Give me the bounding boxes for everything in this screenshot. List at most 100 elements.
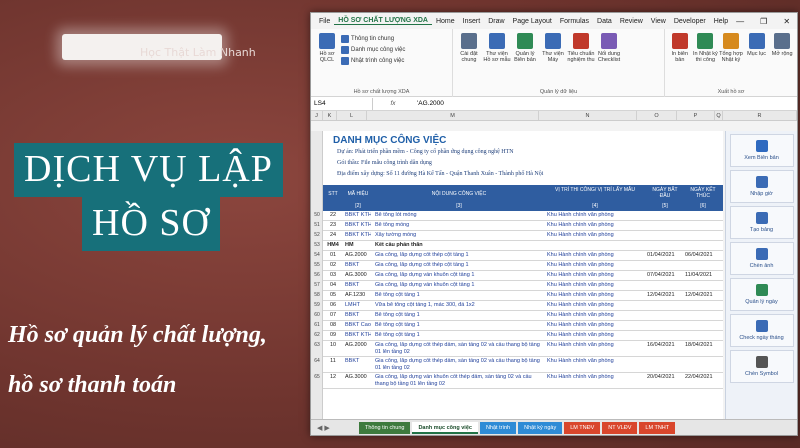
cell-desc[interactable]: Bê tông móng	[375, 222, 543, 229]
sidebar-button-1[interactable]: Nhập giờ	[729, 170, 794, 203]
cell-stt[interactable]: 05	[325, 292, 341, 298]
menu-item-3[interactable]: Insert	[459, 18, 485, 25]
cell-loc[interactable]: Khu Hành chính văn phòng	[547, 252, 643, 258]
cell-desc[interactable]: Gia công, lắp dựng cốt thép cột tầng 1	[375, 262, 543, 269]
cell-desc[interactable]: Xây tường móng	[375, 232, 543, 239]
tab-nav-arrows-icon[interactable]: ◀ ▶	[317, 424, 330, 432]
ribbon-button-2[interactable]: Quản lý Biên bản	[511, 33, 539, 63]
table-row[interactable]: 02 BBKT Gia công, lắp dựng cốt thép cột tầ…	[323, 261, 723, 271]
ribbon-button-5[interactable]: Nối dung Checklist	[595, 33, 623, 63]
cell-loc[interactable]: Khu Hành chính văn phòng	[547, 272, 643, 278]
table-row[interactable]: 08 BBKT Caodo Bê tông cột tầng 1 Khu Hành c…	[323, 321, 723, 331]
menu-item-9[interactable]: View	[647, 18, 670, 25]
cell-desc[interactable]: Bê tông cột tầng 1	[375, 292, 543, 299]
table-row[interactable]: 23 BBKT KTHH Bê tông móng Khu Hành chính vă…	[323, 221, 723, 231]
cell-d1[interactable]: 20/04/2021	[647, 374, 683, 380]
cell-loc[interactable]: Khu Hành chính văn phòng	[547, 282, 643, 288]
row-number[interactable]: 57	[311, 282, 323, 288]
column-header-L[interactable]: L	[337, 111, 367, 120]
cell-stt[interactable]: 01	[325, 252, 341, 258]
fx-icon[interactable]: fx	[373, 100, 413, 107]
cell-stt[interactable]: 24	[325, 232, 341, 238]
ribbon-button-7[interactable]: In Nhật ký thi công	[693, 33, 719, 63]
cell-stt[interactable]: 08	[325, 322, 341, 328]
row-number[interactable]: 54	[311, 252, 323, 258]
cell-loc[interactable]: Khu Hành chính văn phòng	[547, 374, 643, 380]
row-number[interactable]: 64	[311, 358, 323, 364]
cell-loc[interactable]: Khu Hành chính văn phòng	[547, 322, 643, 328]
cell-d1[interactable]: 01/04/2021	[647, 252, 683, 258]
cell-code[interactable]: BBKT KTHH	[345, 332, 371, 338]
menu-item-8[interactable]: Review	[616, 18, 647, 25]
row-number[interactable]: 63	[311, 342, 323, 348]
cell-code[interactable]: BBKT Caodo	[345, 322, 371, 328]
cell-code[interactable]: LMHT	[345, 302, 371, 308]
menu-item-6[interactable]: Formulas	[556, 18, 593, 25]
worksheet-grid[interactable]: 50 51 52 53 54 55 56 57 58 59 60 61 62 63 64 65 DANH MỤ…	[311, 131, 723, 421]
sheet-tab-1[interactable]: Danh mục công việc	[412, 421, 478, 434]
cell-d1[interactable]: 16/04/2021	[647, 342, 683, 348]
column-header-N[interactable]: N	[539, 111, 637, 120]
formula-input[interactable]: 'AG.2000	[413, 100, 444, 107]
row-number[interactable]: 58	[311, 292, 323, 298]
row-number[interactable]: 61	[311, 322, 323, 328]
sheet-tab-6[interactable]: LM TNHT	[639, 421, 676, 434]
row-number[interactable]: 62	[311, 332, 323, 338]
cell-code[interactable]: AG.2000	[345, 342, 371, 348]
cell-stt[interactable]: 07	[325, 312, 341, 318]
cell-loc[interactable]: Khu Hành chính văn phòng	[547, 332, 643, 338]
cell-code[interactable]: AG.2000	[345, 252, 371, 258]
hoso-qlcl-button[interactable]: Hồ sơ QLCL	[313, 33, 341, 63]
row-number[interactable]: 52	[311, 232, 323, 238]
menu-item-2[interactable]: Home	[432, 18, 459, 25]
row-number[interactable]: 59	[311, 302, 323, 308]
column-header-O[interactable]: O	[637, 111, 677, 120]
cell-d2[interactable]: 12/04/2021	[685, 292, 721, 298]
row-number[interactable]: 56	[311, 272, 323, 278]
cell-desc[interactable]: Gia công, lắp dựng cốt thép dầm, sàn tần…	[375, 342, 543, 355]
ribbon-button-10[interactable]: Mở rộng	[769, 33, 795, 57]
sheet-tab-4[interactable]: LM TNĐV	[564, 421, 601, 434]
cell-desc[interactable]: Kết cấu phần thân	[375, 242, 543, 249]
cell-loc[interactable]: Khu Hành chính văn phòng	[547, 212, 643, 218]
name-box[interactable]: LS4	[311, 97, 373, 110]
sidebar-button-6[interactable]: Chèn Symbol	[729, 350, 794, 383]
cell-d2[interactable]: 22/04/2021	[685, 374, 721, 380]
row-number[interactable]: 50	[311, 212, 323, 218]
cell-stt[interactable]: 09	[325, 332, 341, 338]
column-header-J[interactable]: J	[311, 111, 323, 120]
ribbon-button-6[interactable]: In biên bản	[667, 33, 693, 63]
menu-item-0[interactable]: File	[315, 18, 334, 25]
column-header-P[interactable]: P	[677, 111, 715, 120]
column-header-R[interactable]: R	[723, 111, 797, 120]
minimize-icon[interactable]: —	[732, 17, 748, 26]
cell-d2[interactable]: 18/04/2021	[685, 342, 721, 348]
menu-item-11[interactable]: Help	[710, 18, 732, 25]
cell-code[interactable]: AG.3000	[345, 272, 371, 278]
table-row[interactable]: 04 BBKT Gia công, lắp dựng ván khuôn cột t…	[323, 281, 723, 291]
cell-d2[interactable]: 06/04/2021	[685, 252, 721, 258]
table-row[interactable]: 09 BBKT KTHH Bê tông cột tầng 1 Khu Hành ch…	[323, 331, 723, 341]
cell-loc[interactable]: Khu Hành chính văn phòng	[547, 358, 643, 364]
cell-desc[interactable]: Bê tông cột tầng 1	[375, 322, 543, 329]
sidebar-button-0[interactable]: Xem Biên bản	[729, 134, 794, 167]
cell-loc[interactable]: Khu Hành chính văn phòng	[547, 312, 643, 318]
row-number[interactable]: 55	[311, 262, 323, 268]
cell-desc[interactable]: Bê tông cột tầng 1	[375, 312, 543, 319]
cell-stt[interactable]: 10	[325, 342, 341, 348]
cell-code[interactable]: BBKT KTHH	[345, 212, 371, 218]
table-row[interactable]: 03 AG.3000 Gia công, lắp dựng ván khuôn cộ…	[323, 271, 723, 281]
table-row[interactable]: 11 BBKT Gia công, lắp dựng cốt thép dầm, s…	[323, 357, 723, 373]
sidebar-button-3[interactable]: Chèn ảnh	[729, 242, 794, 275]
cell-loc[interactable]: Khu Hành chính văn phòng	[547, 302, 643, 308]
column-header-M[interactable]: M	[367, 111, 539, 120]
sheet-tab-2[interactable]: Nhật trình	[479, 421, 517, 434]
ribbon-button-1[interactable]: Thư viện Hồ sơ mẫu	[483, 33, 511, 63]
cell-code[interactable]: BBKT KTHH	[345, 222, 371, 228]
table-row[interactable]: 22 BBKT KTHH Bê tông lót móng Khu Hành chín…	[323, 211, 723, 221]
thong-tin-chung-button[interactable]: Thông tin chung	[341, 35, 405, 43]
table-row[interactable]: 12 AG.3000 Gia công, lắp dựng ván khuôn cố…	[323, 373, 723, 389]
menu-item-1[interactable]: HỒ SƠ CHẤT LƯỢNG XDA	[334, 17, 432, 25]
nhat-trinh-cong-viec-button[interactable]: Nhật trình công việc	[341, 57, 405, 65]
ribbon-button-3[interactable]: Thư viện Máy	[539, 33, 567, 63]
